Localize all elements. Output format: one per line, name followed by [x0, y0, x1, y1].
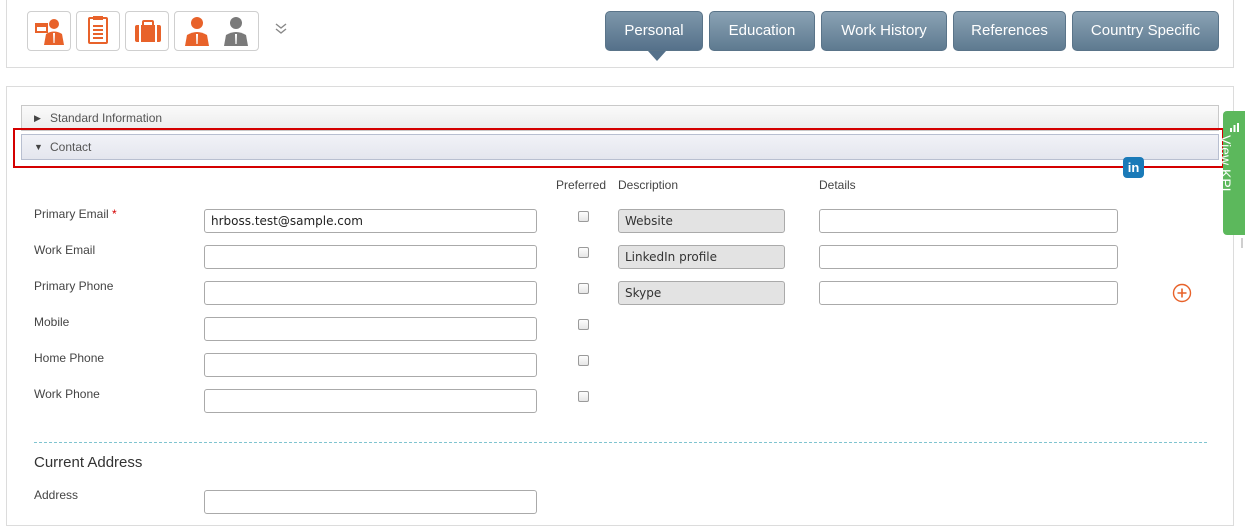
website-details-input[interactable] — [819, 209, 1118, 233]
bar-chart-icon — [1230, 123, 1239, 132]
people-switch-icon — [185, 17, 248, 46]
tab-work-history[interactable]: Work History — [821, 11, 947, 51]
current-address-title: Current Address — [34, 454, 143, 471]
details-header: Details — [819, 178, 856, 192]
primary-phone-input[interactable] — [204, 281, 537, 305]
primary-phone-preferred-checkbox[interactable] — [578, 283, 589, 294]
skype-details-input[interactable] — [819, 281, 1118, 305]
required-marker: * — [112, 207, 117, 221]
section-divider — [34, 442, 1207, 443]
highlight-box — [13, 128, 1224, 168]
mobile-input[interactable] — [204, 317, 537, 341]
primary-phone-label: Primary Phone — [34, 279, 114, 293]
description-header: Description — [618, 178, 679, 192]
add-circle-icon[interactable] — [1172, 283, 1192, 303]
home-phone-preferred-checkbox[interactable] — [578, 355, 589, 366]
view-kpi-label: View KPI — [1218, 135, 1234, 192]
linkedin-description — [618, 245, 785, 269]
top-toolbar: Personal Education Work History Referenc… — [6, 0, 1234, 68]
preferred-header: Preferred — [556, 178, 607, 192]
work-email-preferred-checkbox[interactable] — [578, 247, 589, 258]
briefcase-button[interactable] — [125, 11, 169, 51]
people-switch-button[interactable] — [174, 11, 259, 51]
home-phone-label: Home Phone — [34, 351, 105, 365]
linkedin-icon[interactable]: in — [1123, 157, 1144, 178]
tab-references[interactable]: References — [953, 11, 1066, 51]
skype-description — [618, 281, 785, 305]
document-list-button[interactable] — [76, 11, 120, 51]
tab-education[interactable]: Education — [709, 11, 815, 51]
website-description — [618, 209, 785, 233]
mobile-preferred-checkbox[interactable] — [578, 319, 589, 330]
mobile-label: Mobile — [34, 315, 70, 329]
employee-card-icon — [35, 19, 64, 45]
primary-email-preferred-checkbox[interactable] — [578, 211, 589, 222]
view-kpi-tab[interactable]: View KPI — [1218, 111, 1245, 235]
linkedin-details-input[interactable] — [819, 245, 1118, 269]
document-list-icon — [88, 16, 108, 44]
work-phone-input[interactable] — [204, 389, 537, 413]
work-phone-preferred-checkbox[interactable] — [578, 391, 589, 402]
tab-country-specific[interactable]: Country Specific — [1072, 11, 1219, 51]
active-tab-pointer — [648, 51, 666, 61]
briefcase-icon — [135, 20, 161, 42]
work-email-input[interactable] — [204, 245, 537, 269]
primary-email-label: Primary Email * — [34, 207, 117, 221]
primary-email-input[interactable] — [204, 209, 537, 233]
address-input[interactable] — [204, 490, 537, 514]
scrollbar-marker — [1241, 238, 1243, 248]
double-chevron-down-icon[interactable] — [275, 22, 287, 36]
work-email-label: Work Email — [34, 243, 96, 257]
collapsed-arrow-icon: ▶ — [34, 113, 41, 123]
main-panel: ▶ Standard Information ▼ Contact Preferr… — [6, 86, 1234, 526]
address-label: Address — [34, 488, 79, 502]
employee-card-button[interactable] — [27, 11, 71, 51]
work-phone-label: Work Phone — [34, 387, 100, 401]
tab-personal[interactable]: Personal — [605, 11, 703, 51]
home-phone-input[interactable] — [204, 353, 537, 377]
section-title: Standard Information — [50, 111, 163, 125]
